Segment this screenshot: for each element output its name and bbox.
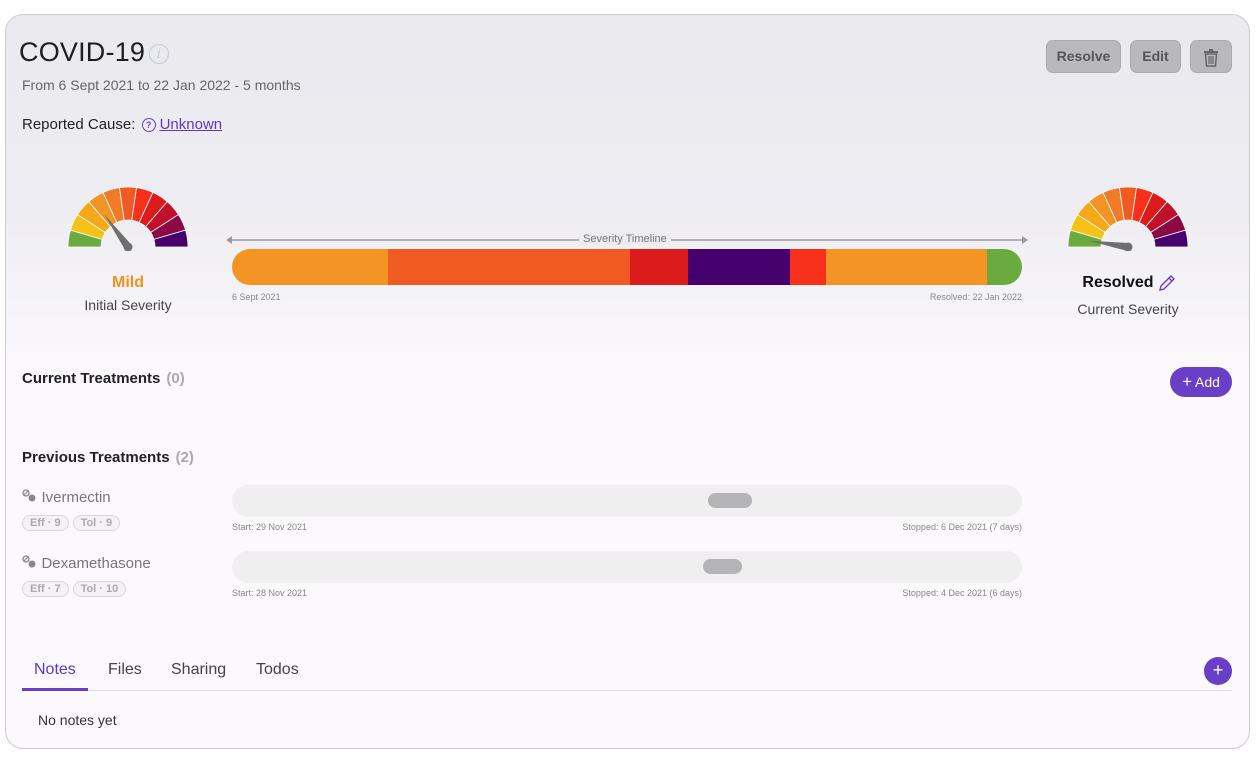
treatment-timeline-track (232, 485, 1022, 517)
severity-timeline-title: Severity Timeline (579, 233, 671, 245)
pills-icon (22, 555, 36, 568)
active-tab-underline (22, 688, 88, 691)
timeline-segment (826, 249, 988, 285)
timeline-segment (790, 249, 827, 285)
tabs-divider (22, 690, 1232, 691)
timeline-segment (232, 249, 389, 285)
current-severity-gauge (1067, 186, 1189, 251)
treatment-badges: Eff · 9 Tol · 9 (22, 513, 222, 531)
trash-icon (1204, 49, 1218, 67)
treatment-start-label: Start: 29 Nov 2021 (232, 522, 308, 532)
edit-severity-pencil-icon[interactable] (1157, 273, 1177, 293)
tab-notes[interactable]: Notes (34, 661, 76, 679)
page-title: COVID-19 (19, 37, 146, 67)
info-icon[interactable]: i (149, 44, 169, 64)
date-range: From 6 Sept 2021 to 22 Jan 2022 - 5 mont… (22, 77, 301, 93)
treatment-stop-label: Stopped: 6 Dec 2021 (7 days) (902, 522, 1022, 532)
initial-severity-gauge (67, 186, 189, 251)
treatment-name: Ivermectin (41, 489, 111, 506)
timeline-segment (388, 249, 631, 285)
timeline-segment (630, 249, 688, 285)
tolerance-badge: Tol · 10 (72, 581, 127, 597)
resolve-button[interactable]: Resolve (1046, 40, 1121, 73)
current-treatments-count: (0) (166, 370, 185, 387)
treatment-timeline-track (232, 551, 1022, 583)
tab-todos[interactable]: Todos (256, 661, 299, 679)
tab-files[interactable]: Files (108, 661, 142, 679)
add-label: Add (1195, 374, 1220, 390)
add-note-button[interactable]: + (1204, 657, 1232, 685)
effectiveness-badge: Eff · 7 (22, 581, 69, 597)
condition-card: COVID-19 i From 6 Sept 2021 to 22 Jan 20… (5, 14, 1250, 749)
previous-treatments-heading: Previous Treatments (2) (22, 449, 194, 466)
treatment-row[interactable]: Dexamethasone Eff · 7 Tol · 10 (22, 555, 222, 597)
timeline-segment (987, 249, 1022, 285)
current-severity-label: Resolved (1082, 274, 1154, 291)
treatment-name: Dexamethasone (41, 555, 151, 572)
previous-treatments-count: (2) (175, 449, 194, 466)
reported-cause-link[interactable]: Unknown (160, 116, 223, 133)
pills-icon (22, 489, 36, 502)
tolerance-badge: Tol · 9 (72, 515, 121, 531)
treatment-period-pill[interactable] (702, 559, 743, 574)
treatment-period-pill[interactable] (708, 493, 752, 508)
reported-cause-label: Reported Cause: (22, 116, 136, 133)
treatment-badges: Eff · 7 Tol · 10 (22, 579, 222, 597)
previous-treatments-title: Previous Treatments (22, 449, 170, 466)
current-severity-caption: Current Severity (1077, 301, 1179, 317)
treatment-name-row: Dexamethasone (22, 555, 222, 573)
treatment-row[interactable]: Ivermectin Eff · 9 Tol · 9 (22, 489, 222, 531)
tab-sharing[interactable]: Sharing (171, 661, 226, 679)
current-treatments-heading: Current Treatments (0) (22, 370, 185, 387)
current-treatments-title: Current Treatments (22, 370, 161, 387)
severity-timeline-header: Severity Timeline (226, 233, 1028, 246)
timeline-end-label: Resolved: 22 Jan 2022 (929, 292, 1022, 302)
timeline-start-label: 6 Sept 2021 (232, 292, 281, 302)
question-icon: ? (141, 118, 156, 132)
initial-severity-caption: Initial Severity (84, 297, 172, 313)
treatment-name-row: Ivermectin (22, 489, 222, 507)
effectiveness-badge: Eff · 9 (22, 515, 69, 531)
treatment-stop-label: Stopped: 4 Dec 2021 (6 days) (902, 588, 1022, 598)
initial-severity-label: Mild (112, 274, 144, 291)
treatment-start-label: Start: 28 Nov 2021 (232, 588, 308, 598)
reported-cause: Reported Cause: ? Unknown (22, 116, 222, 133)
plus-icon: + (1182, 372, 1192, 391)
edit-button[interactable]: Edit (1130, 40, 1181, 73)
notes-empty-message: No notes yet (38, 712, 117, 728)
severity-timeline-bar (232, 249, 1022, 285)
delete-button[interactable] (1190, 40, 1232, 73)
timeline-segment (687, 249, 791, 285)
add-treatment-button[interactable]: + Add (1170, 367, 1232, 397)
